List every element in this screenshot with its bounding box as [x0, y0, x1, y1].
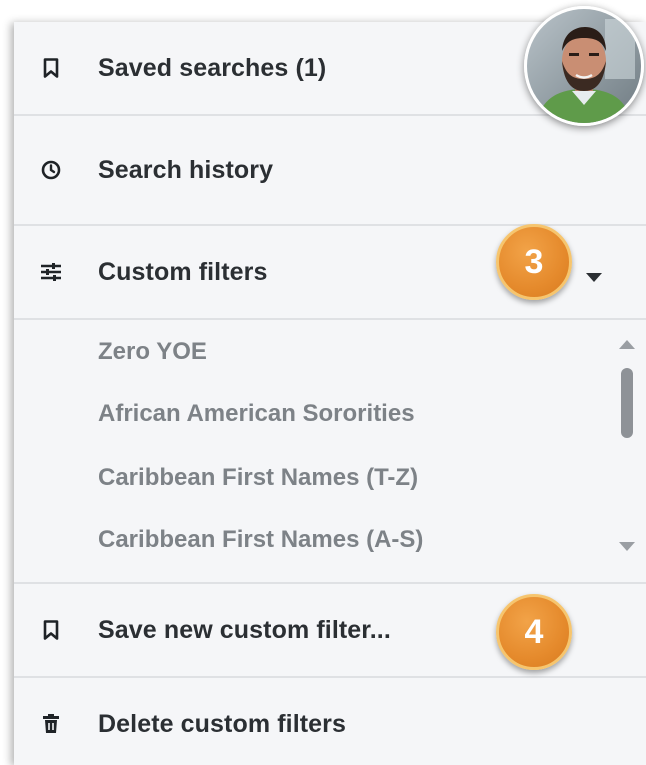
scroll-up-arrow-icon[interactable] [619, 340, 635, 349]
sliders-icon [40, 261, 62, 283]
scrollbar[interactable] [616, 334, 638, 564]
avatar [524, 6, 644, 126]
menu-item-search-history[interactable]: Search history [14, 116, 646, 224]
menu-item-delete-custom-filters[interactable]: Delete custom filters [14, 678, 646, 765]
list-item[interactable]: African American Sororities [98, 400, 415, 428]
trash-icon [40, 713, 62, 735]
custom-filter-list[interactable]: Zero YOE African American Sororities Car… [14, 320, 646, 582]
menu-item-label: Saved searches (1) [98, 53, 327, 82]
list-item[interactable]: Caribbean First Names (A-S) [98, 526, 423, 554]
menu-item-label: Custom filters [98, 257, 268, 286]
bookmark-icon [40, 57, 62, 79]
scroll-thumb[interactable] [621, 368, 633, 438]
menu-item-label: Save new custom filter... [98, 615, 391, 644]
menu-item-label: Search history [98, 155, 274, 184]
list-item[interactable]: Zero YOE [98, 338, 207, 366]
clock-icon [40, 159, 62, 181]
chevron-down-icon[interactable] [586, 273, 602, 282]
callout-badge-3: 3 [496, 224, 572, 300]
list-item[interactable]: Caribbean First Names (T-Z) [98, 464, 418, 492]
scroll-down-arrow-icon[interactable] [619, 542, 635, 551]
callout-badge-4: 4 [496, 594, 572, 670]
avatar-photo [527, 9, 641, 123]
bookmark-icon [40, 619, 62, 641]
menu-item-label: Delete custom filters [98, 709, 347, 738]
